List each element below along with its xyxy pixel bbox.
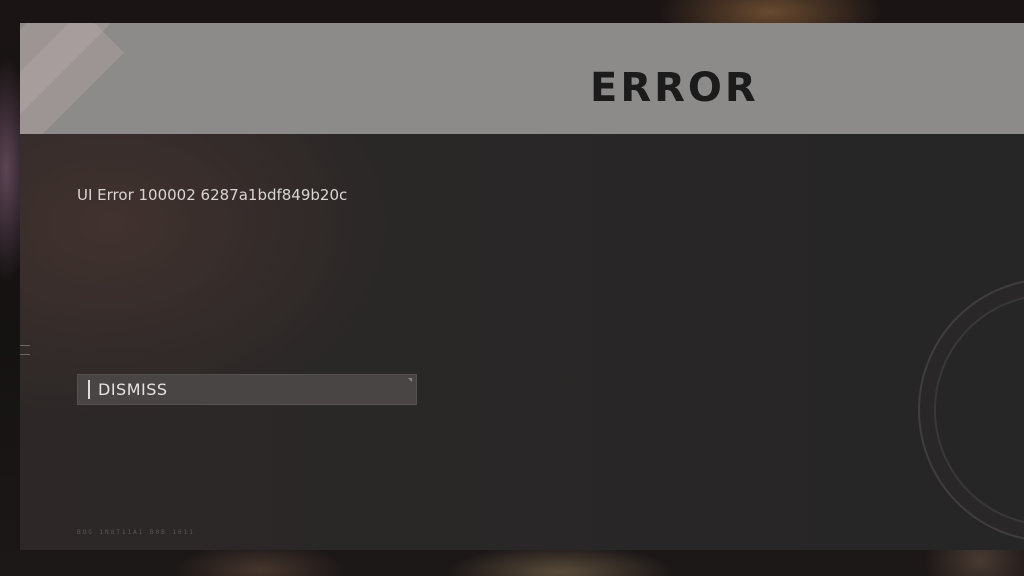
dialog-title: ERROR [590,65,759,111]
dismiss-button-label: DISMISS [98,380,168,399]
game-screen: ERROR UI Error 100002 6287a1bdf849b20c D… [0,0,1024,576]
circular-emblem-icon [918,278,1024,542]
menu-lines-icon [20,345,30,355]
focus-indicator [88,380,90,399]
error-message: UI Error 100002 6287a1bdf849b20c [77,186,348,204]
error-dialog: ERROR UI Error 100002 6287a1bdf849b20c D… [20,23,1024,550]
corner-triangle-icon [408,378,412,382]
dialog-header: ERROR [20,23,1024,134]
dismiss-button[interactable]: DISMISS [77,374,417,405]
footer-code: BUG 1N8T11A1 B0B 1611 [77,529,195,536]
